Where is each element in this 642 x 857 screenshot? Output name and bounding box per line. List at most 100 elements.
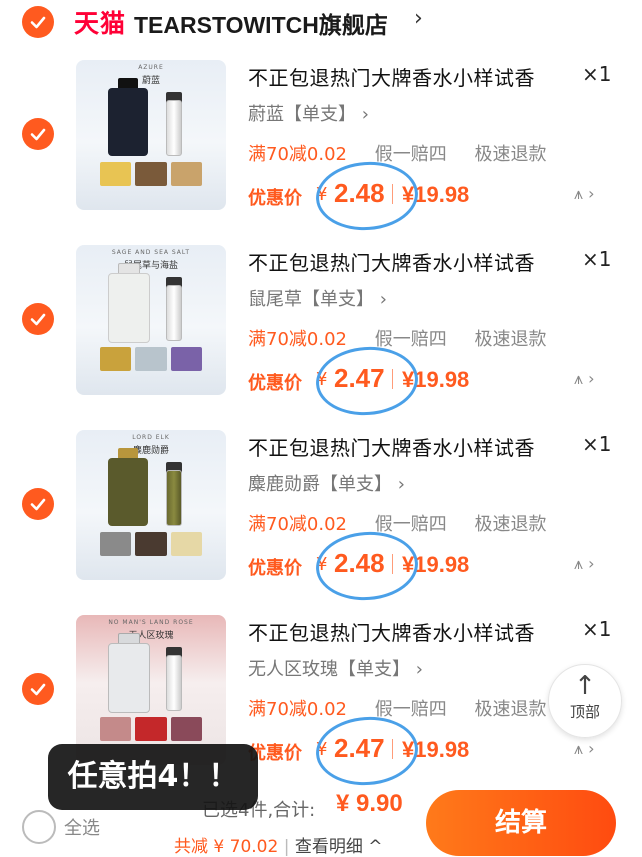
item-select-checkbox[interactable] [22, 118, 54, 150]
thumb-title: 蔚蓝 [141, 76, 160, 86]
note-swatches [100, 347, 202, 371]
variant-selector[interactable]: 麋鹿勋爵【单支】 › [248, 470, 405, 496]
select-all-radio[interactable] [22, 810, 56, 844]
promo-tags: 满70减0.02 假一赔四 极速退款 [248, 695, 568, 721]
sample-vial [166, 655, 182, 711]
back-to-top-button[interactable]: ↑ 顶部 [548, 664, 622, 738]
product-thumbnail[interactable]: NO MAN'S LAND ROSE 无人区玫瑰 [76, 615, 226, 765]
perfume-bottle [108, 273, 150, 343]
chevron-right-icon: › [415, 659, 423, 680]
service-tag: 假一赔四 [374, 329, 447, 350]
service-tag: 假一赔四 [374, 514, 447, 535]
view-details-link[interactable]: 查看明细 ^ [295, 837, 383, 857]
promo-tags: 满70减0.02 假一赔四 极速退款 [248, 140, 568, 166]
chevron-right-icon: › [379, 289, 387, 310]
note-swatch [170, 532, 202, 556]
quantity[interactable]: ×1 [582, 617, 611, 641]
store-name-link[interactable]: TEARSTOWITCH旗舰店 [134, 6, 388, 40]
back-to-top-label: 顶部 [569, 703, 600, 721]
product-thumbnail[interactable]: SAGE AND SEA SALT 鼠尾草与海盐 [76, 245, 226, 395]
discount-total: 共减 ¥ 70.02 [174, 837, 279, 857]
cart-item: AZURE 蔚蓝 不正包退热门大牌香水小样试香 ×1 蔚蓝【单支】 › 满70减… [0, 60, 642, 240]
thumb-brand: AZURE [138, 64, 164, 71]
service-tag: 假一赔四 [374, 699, 447, 720]
note-swatches [100, 532, 202, 556]
thumb-title: 无人区玫瑰 [128, 631, 174, 641]
chevron-right-icon: › [397, 474, 405, 495]
item-select-checkbox[interactable] [22, 488, 54, 520]
check-icon [30, 498, 46, 511]
note-swatch [170, 162, 202, 186]
check-icon [30, 313, 46, 326]
store-select-checkbox[interactable] [22, 6, 54, 38]
item-select-checkbox[interactable] [22, 303, 54, 335]
service-tag: 假一赔四 [374, 144, 447, 165]
select-all-label[interactable]: 全选 [64, 814, 100, 840]
cart-item: LORD ELK 麋鹿勋爵 不正包退热门大牌香水小样试香 ×1 麋鹿勋爵【单支】… [0, 430, 642, 610]
variant-selector[interactable]: 鼠尾草【单支】 › [248, 285, 387, 311]
store-header: 天猫 TEARSTOWITCH旗舰店 › [0, 0, 642, 44]
note-swatches [100, 162, 202, 186]
tmall-logo: 天猫 [74, 9, 127, 38]
product-thumbnail[interactable]: AZURE 蔚蓝 [76, 60, 226, 210]
product-title[interactable]: 不正包退热门大牌香水小样试香 [248, 62, 535, 91]
thumb-brand: SAGE AND SEA SALT [111, 249, 191, 256]
note-swatch [170, 717, 202, 741]
price-label: 优惠价 [248, 373, 302, 394]
product-thumbnail[interactable]: LORD ELK 麋鹿勋爵 [76, 430, 226, 580]
thumb-brand: LORD ELK [132, 434, 170, 441]
variant-label: 无人区玫瑰【单支】 [248, 659, 410, 680]
arrow-up-icon: ↑ [574, 671, 596, 701]
perfume-bottle [108, 643, 150, 713]
note-swatches [100, 717, 202, 741]
note-swatch [100, 717, 132, 741]
check-icon [30, 128, 46, 141]
chevron-right-icon[interactable]: › [414, 6, 423, 31]
annotation-circle [313, 158, 421, 234]
annotation-circle [313, 528, 421, 604]
total-amount: ¥ 9.90 [336, 790, 403, 817]
product-title[interactable]: 不正包退热门大牌香水小样试香 [248, 617, 535, 646]
product-title[interactable]: 不正包退热门大牌香水小样试香 [248, 432, 535, 461]
price-label: 优惠价 [248, 188, 302, 209]
service-tag: 极速退款 [474, 514, 547, 535]
promo-tags: 满70减0.02 假一赔四 极速退款 [248, 325, 568, 351]
price-trend-icon[interactable]: ⩚ › [574, 739, 595, 759]
promo-tag: 满70减0.02 [248, 144, 347, 165]
note-swatch [100, 532, 132, 556]
service-tag: 极速退款 [474, 144, 547, 165]
price-trend-icon[interactable]: ⩚ › [574, 554, 595, 574]
product-title[interactable]: 不正包退热门大牌香水小样试香 [248, 247, 535, 276]
quantity[interactable]: ×1 [582, 432, 611, 456]
discount-summary: 共减 ¥ 70.02 | 查看明细 ^ [174, 837, 383, 857]
note-swatch [135, 532, 167, 556]
sample-vial [166, 100, 182, 156]
price-label: 优惠价 [248, 558, 302, 579]
thumb-title: 麋鹿勋爵 [132, 446, 169, 456]
quantity[interactable]: ×1 [582, 62, 611, 86]
annotation-circle [313, 713, 421, 789]
checkout-button[interactable]: 结算 [426, 790, 616, 856]
variant-selector[interactable]: 蔚蓝【单支】 › [248, 100, 369, 126]
service-tag: 极速退款 [474, 329, 547, 350]
annotation-circle [313, 343, 421, 419]
sample-vial [166, 285, 182, 341]
overlay-caption: 任意拍4！！ [48, 744, 258, 810]
service-tag: 极速退款 [474, 699, 547, 720]
promo-tag: 满70减0.02 [248, 699, 347, 720]
price-trend-icon[interactable]: ⩚ › [574, 369, 595, 389]
price-trend-icon[interactable]: ⩚ › [574, 184, 595, 204]
quantity[interactable]: ×1 [582, 247, 611, 271]
promo-tag: 满70减0.02 [248, 329, 347, 350]
note-swatch [135, 162, 167, 186]
note-swatch [170, 347, 202, 371]
variant-selector[interactable]: 无人区玫瑰【单支】 › [248, 655, 423, 681]
cart-item: SAGE AND SEA SALT 鼠尾草与海盐 不正包退热门大牌香水小样试香 … [0, 245, 642, 425]
variant-label: 麋鹿勋爵【单支】 [248, 474, 392, 495]
note-swatch [100, 162, 132, 186]
perfume-bottle [108, 458, 148, 526]
check-icon [30, 16, 46, 29]
item-select-checkbox[interactable] [22, 673, 54, 705]
sample-vial [166, 470, 182, 526]
chevron-right-icon: › [361, 104, 369, 125]
